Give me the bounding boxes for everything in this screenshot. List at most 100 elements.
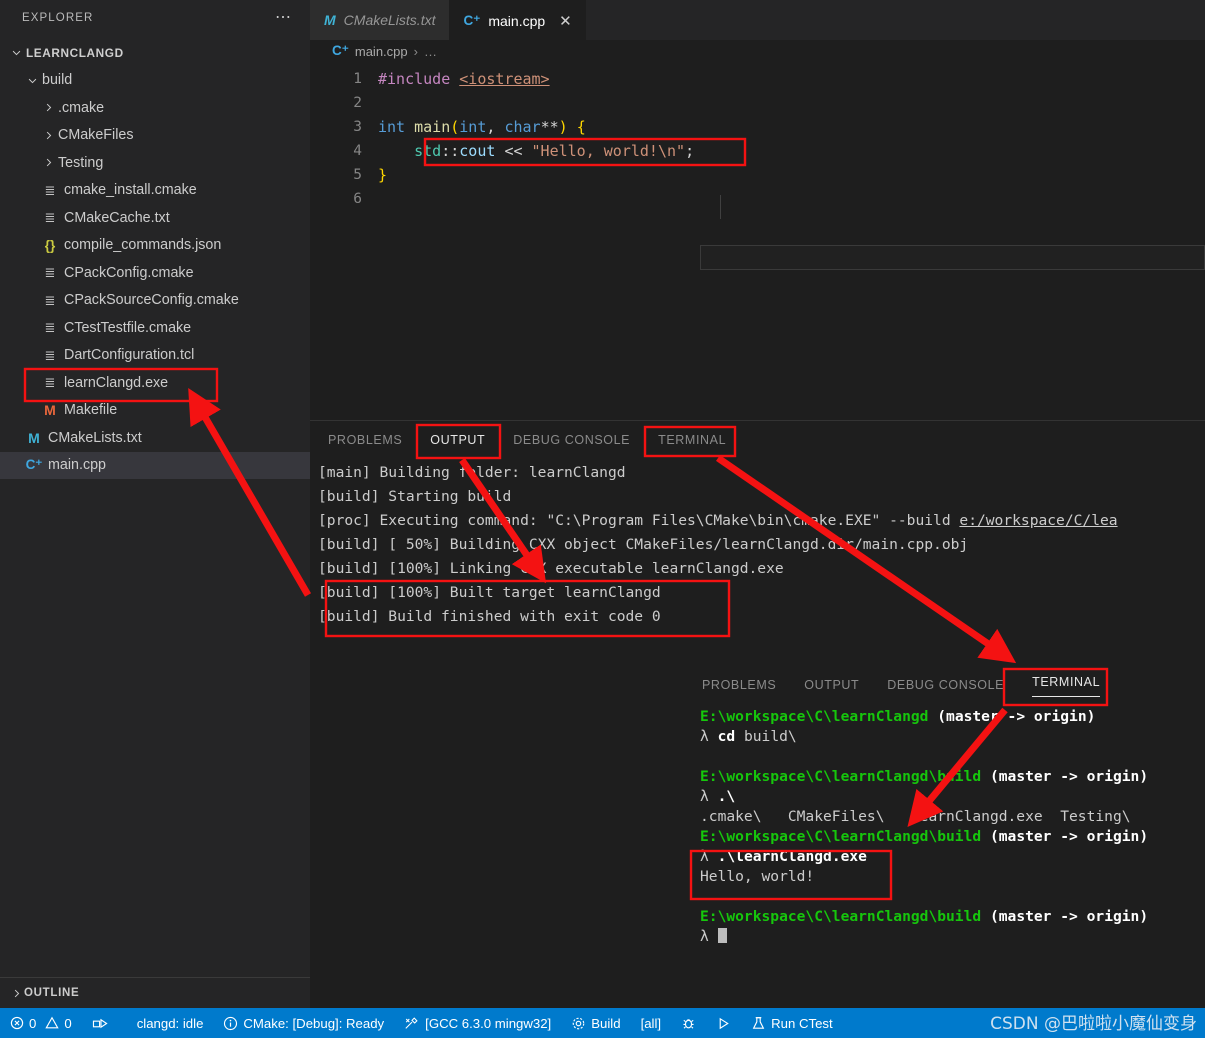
tree-item-label: CTestTestfile.cmake [64,319,192,336]
tree-item-label: build [42,72,73,89]
terminal-output[interactable]: E:\workspace\C\learnClangd (master -> or… [690,707,1205,947]
tab-main-cpp[interactable]: C⁺ main.cpp ✕ [449,0,586,41]
explorer-title: EXPLORER [22,11,94,24]
tree-item-compile-commands-json[interactable]: {} compile_commands.json [0,232,310,260]
tree-item-label: CMakeCache.txt [64,209,170,226]
terminal-tab-problems[interactable]: PROBLEMS [702,678,776,692]
status-cmake[interactable]: CMake: [Debug]: Ready [213,1008,394,1038]
tree-item-label: CMakeLists.txt [48,429,142,446]
explorer-sidebar: EXPLORER ⋯ LEARNCLANGD build .cmake CMakeF… [0,0,318,1008]
line-number: 5 [353,167,362,183]
terminal-line: E:\workspace\C\learnClangd\build (master… [700,908,1149,925]
output-line: [build] [100%] Built target learnClangd [318,584,661,601]
tree-item-testing[interactable]: Testing [0,149,310,177]
output-line: [build] [ 50%] Building CXX object CMake… [318,536,969,553]
tree-item-cmake-install-cmake[interactable]: ≣ cmake_install.cmake [0,177,310,205]
outline-section[interactable]: OUTLINE [0,977,318,1008]
tree-item-cmakecache-txt[interactable]: ≣ CMakeCache.txt [0,204,310,232]
tree-item-label: .cmake [58,99,105,116]
chevron-down-icon [24,75,40,86]
chevron-right-icon [40,130,56,141]
tree-item-makefile[interactable]: M Makefile [0,397,310,425]
lines-file-icon: ≣ [44,182,56,198]
tree-item-learnclangd-exe[interactable]: ≣ learnClangd.exe [0,369,310,397]
status-ctest-label: Run CTest [771,1015,833,1031]
debug-bug-icon [683,1018,694,1029]
chevron-right-icon [40,157,56,168]
code-text: } [378,166,388,184]
close-icon[interactable]: ✕ [559,14,572,29]
breadcrumb-file[interactable]: main.cpp [355,44,408,59]
json-file-icon: {} [44,237,56,253]
gear-icon [572,1017,585,1029]
ellipsis-icon[interactable]: ⋯ [275,9,292,25]
terminal-line: λ .\learnClangd.exe [700,848,867,865]
breadcrumb: C⁺ main.cpp › … [310,40,1205,62]
tree-item-cmakelists-txt[interactable]: M CMakeLists.txt [0,424,310,452]
tree-item-cpacksourceconfig-cmake[interactable]: ≣ CPackSourceConfig.cmake [0,287,310,315]
panel-tab-output[interactable]: OUTPUT [428,429,487,451]
terminal-panel: PROBLEMS OUTPUT DEBUG CONSOLE TERMINAL E… [690,663,1205,963]
terminal-tab-terminal[interactable]: TERMINAL [1032,675,1100,689]
tab-cmakelists-txt[interactable]: M CMakeLists.txt [310,0,450,40]
watermark: CSDN @巴啦啦小魔仙变身 [990,1014,1197,1034]
tree-root-learnclangd[interactable]: LEARNCLANGD [0,39,310,67]
terminal-line: λ cd build\ [700,728,797,745]
status-build[interactable]: Build [561,1008,630,1038]
breadcrumb-tail[interactable]: … [424,44,437,59]
panel-tab-debug-console[interactable]: DEBUG CONSOLE [511,429,632,451]
output-line: [proc] Executing command: "C:\Program Fi… [318,512,1118,529]
beaker-icon [752,1016,765,1029]
warning-triangle-icon [45,1016,60,1029]
status-kit[interactable]: [GCC 6.3.0 mingw32] [394,1008,561,1038]
tree-item-label: learnClangd.exe [64,374,169,391]
error-circle-icon [10,1016,24,1030]
code-line-1: 1 #include <iostream> [310,67,1205,91]
tree-item-label: compile_commands.json [64,237,222,254]
sidebar-header: EXPLORER ⋯ [0,0,310,35]
panel-tab-problems[interactable]: PROBLEMS [326,429,404,451]
status-run-ctest[interactable]: Run CTest [741,1008,843,1038]
status-run[interactable] [706,1008,741,1038]
status-cmake-label: CMake: [Debug]: Ready [243,1015,385,1031]
terminal-line: E:\workspace\C\learnClangd\build (master… [700,828,1149,845]
tree-item-cmakefiles[interactable]: CMakeFiles [0,122,310,150]
terminal-tab-active-underline [1032,696,1101,697]
status-build-target[interactable]: [all] [631,1008,672,1038]
status-problems[interactable]: 0 0 [0,1008,82,1038]
tree-item-cpackconfig-cmake[interactable]: ≣ CPackConfig.cmake [0,259,310,287]
code-text: std::cout << "Hello, world!\n"; [414,142,695,160]
code-editor[interactable]: 1 #include <iostream> 2 3 int main(int, … [310,62,1205,270]
tree-item-label: CPackConfig.cmake [64,264,194,281]
lines-file-icon: ≣ [44,375,56,391]
outline-label: OUTLINE [24,987,80,999]
panel-tab-terminal[interactable]: TERMINAL [656,429,728,451]
status-debug[interactable] [671,1008,706,1038]
terminal-line: E:\workspace\C\learnClangd (master -> or… [700,708,1096,725]
info-circle-icon [224,1016,238,1030]
terminal-tab-output[interactable]: OUTPUT [804,678,859,692]
status-remote-window[interactable] [82,1008,119,1038]
tree-item--cmake[interactable]: .cmake [0,94,310,122]
status-build-target-label: [all] [640,1015,662,1031]
tree-item-dartconfiguration-tcl[interactable]: ≣ DartConfiguration.tcl [0,342,310,370]
chevron-right-icon [8,988,24,999]
code-line-3: 3 int main(int, char**) { [310,115,1205,139]
terminal-tab-debug-console[interactable]: DEBUG CONSOLE [887,678,1004,692]
status-clangd-label: clangd: idle [136,1015,204,1031]
code-text: int main(int, char**) { [378,118,586,136]
status-clangd[interactable]: clangd: idle [127,1008,214,1038]
tree-root-label: LEARNCLANGD [26,45,124,60]
cpp-file-icon: C⁺ [332,43,349,58]
chevron-down-icon [8,47,24,58]
tree-item-ctesttestfile-cmake[interactable]: ≣ CTestTestfile.cmake [0,314,310,342]
tree-item-build[interactable]: build [0,67,310,95]
tree-item-label: main.cpp [48,457,107,474]
output-line: [main] Building folder: learnClangd [318,464,626,481]
tree-item-main-cpp[interactable]: C⁺ main.cpp [0,451,310,479]
tree-item-label: cmake_install.cmake [64,182,197,199]
terminal-line: Hello, world! [700,868,815,885]
chevron-right-icon [40,102,56,113]
cmake-m-icon: M [28,429,40,446]
